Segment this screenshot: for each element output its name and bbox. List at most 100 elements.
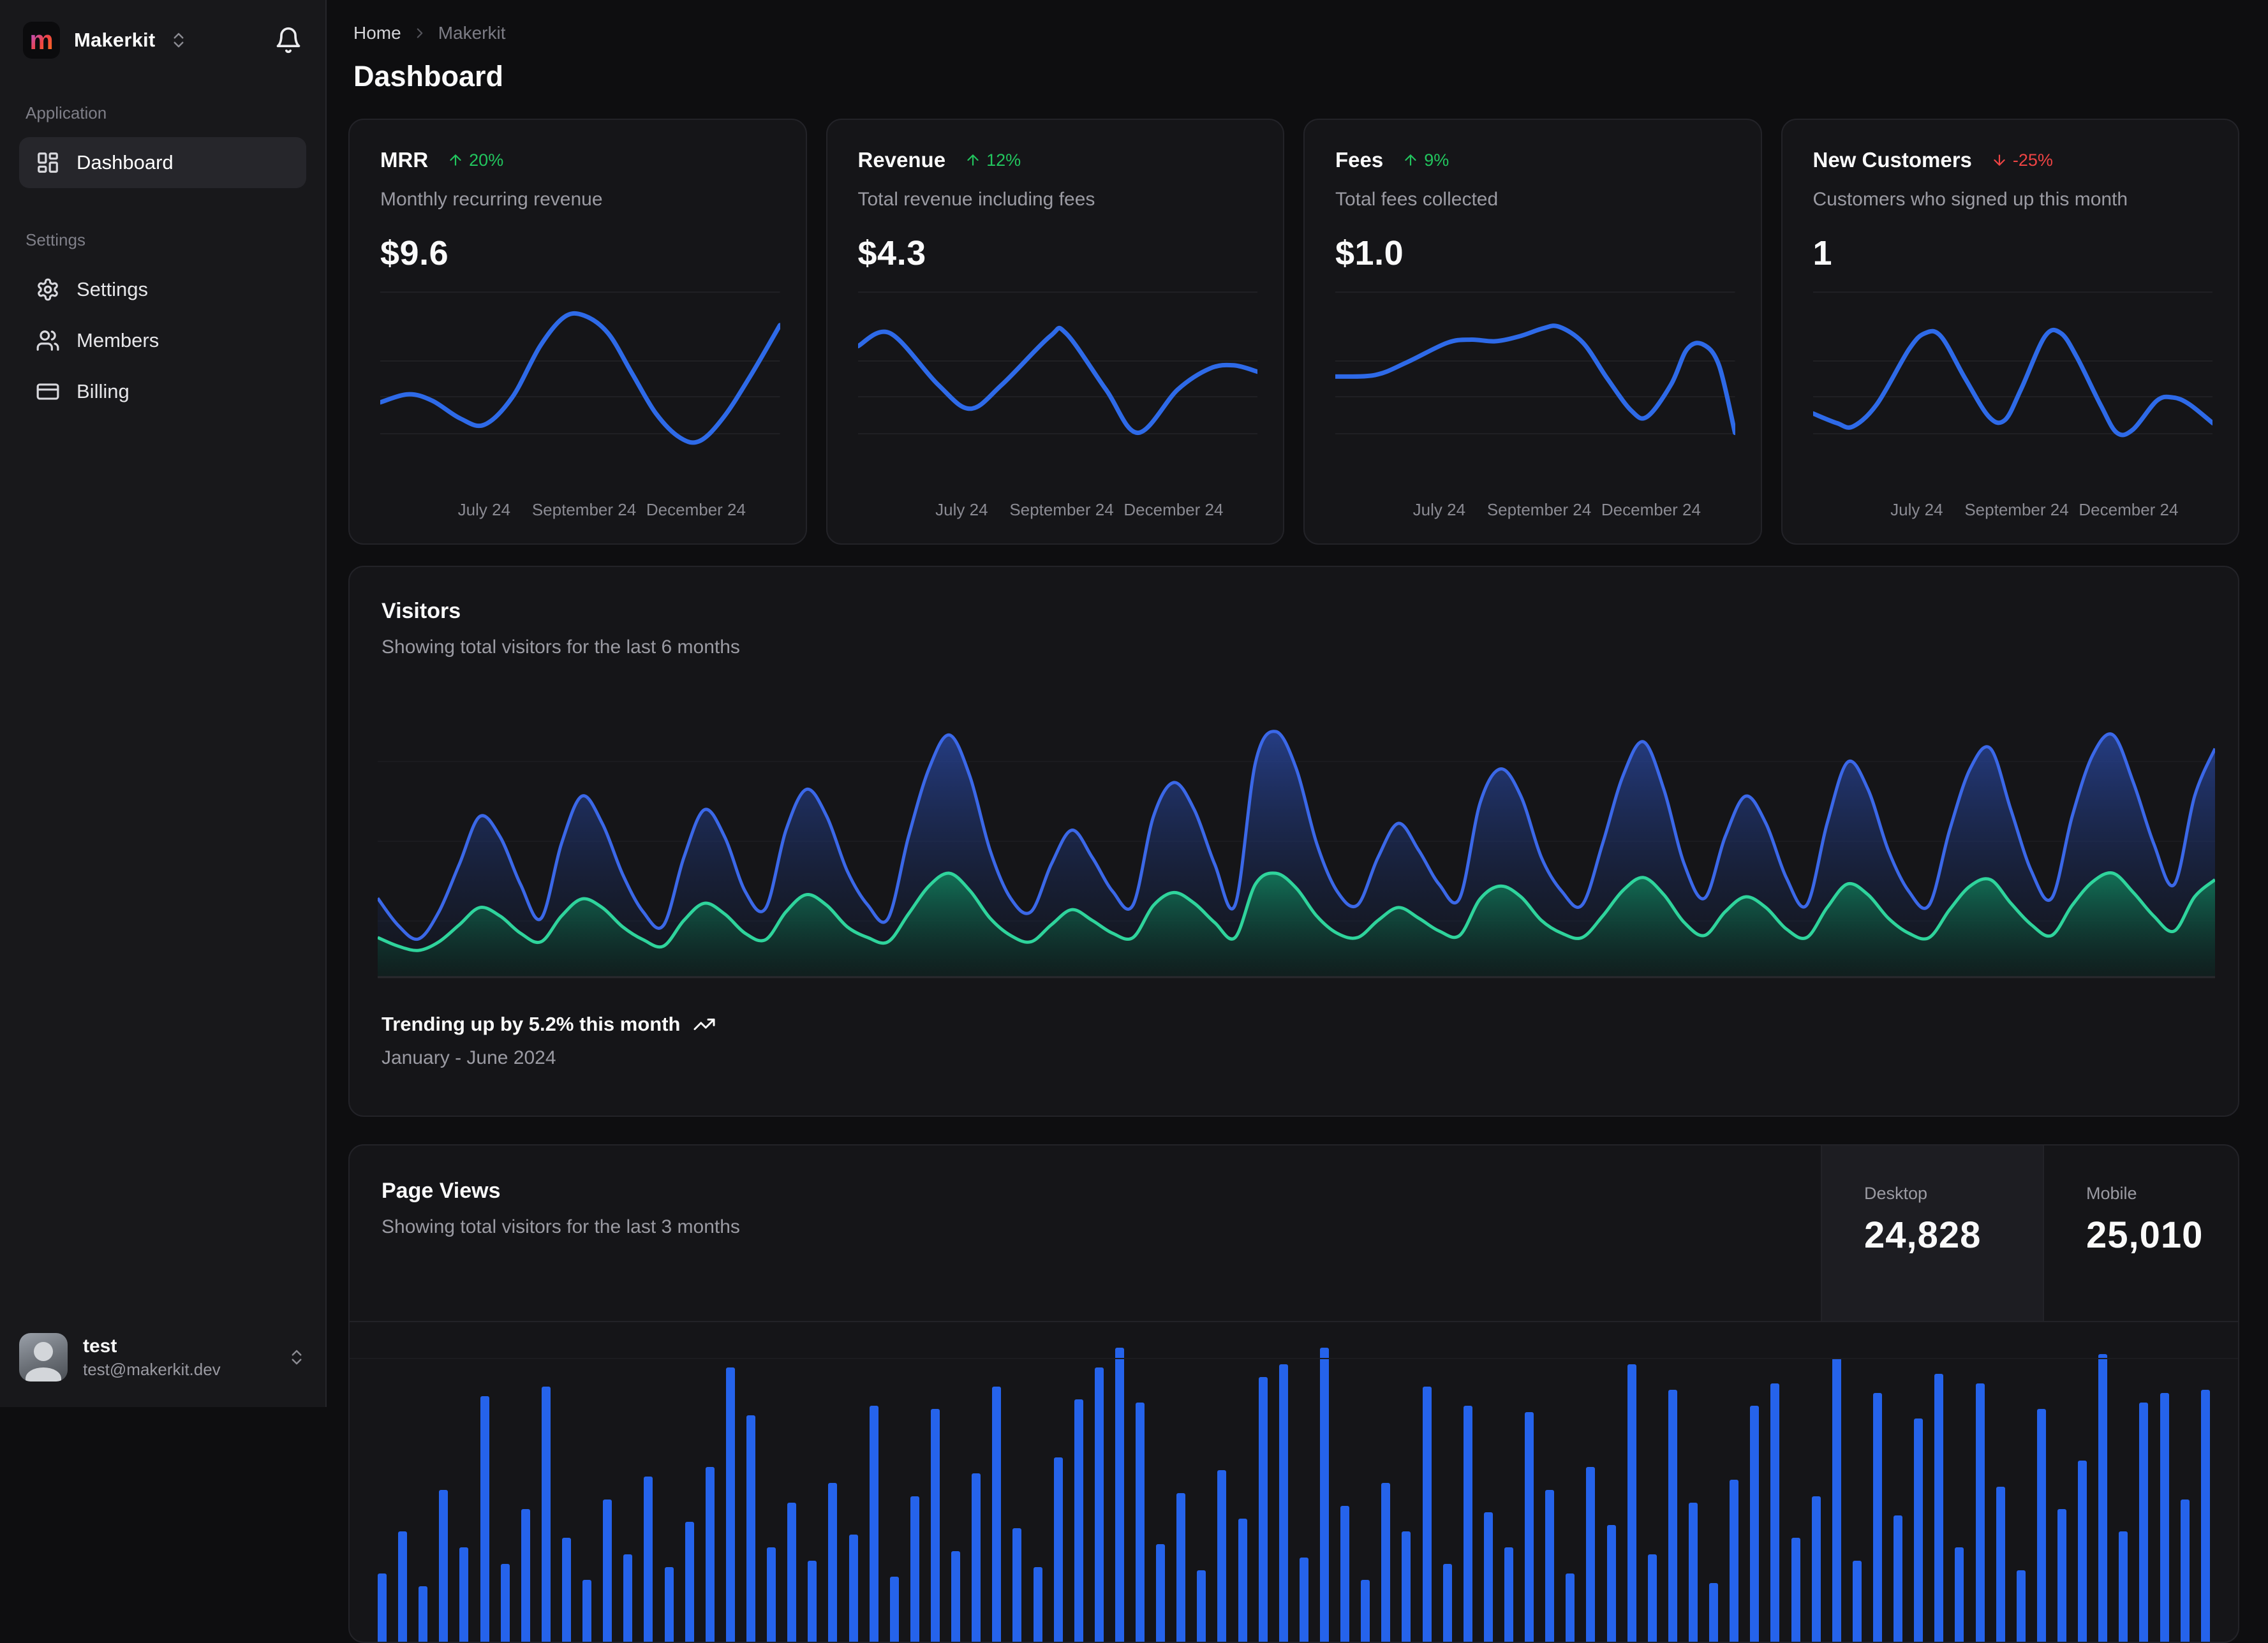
page-title: Dashboard [353, 60, 504, 92]
page-views-bar [1012, 1528, 1022, 1642]
page-views-bar [1791, 1538, 1800, 1642]
page-views-bar [582, 1580, 592, 1642]
page-views-bar [1586, 1467, 1596, 1642]
page-views-bar [1053, 1457, 1063, 1642]
page-views-bar [419, 1586, 428, 1642]
page-views-bar [664, 1567, 674, 1642]
page-views-bar [1074, 1399, 1083, 1642]
sidebar-item-settings[interactable]: Settings [19, 264, 306, 315]
page-views-bar [889, 1577, 899, 1642]
page-views-bar [2119, 1531, 2128, 1642]
page-views-bar [1934, 1374, 1944, 1642]
page-views-bar [808, 1561, 817, 1642]
page-views-bar [1238, 1519, 1247, 1642]
stat-card-value: $9.6 [380, 234, 449, 272]
page-views-bar [1483, 1512, 1493, 1642]
page-views-bar [1894, 1515, 1903, 1642]
axis-tick-label: December 24 [1601, 500, 1701, 519]
axis-tick-label: September 24 [531, 500, 637, 519]
chevron-right-icon [411, 25, 428, 41]
axis-tick-label: December 24 [646, 500, 746, 519]
stat-card-title: Fees [1335, 148, 1384, 172]
page-views-bar [1811, 1496, 1821, 1642]
page-views-bar [603, 1499, 612, 1642]
user-menu[interactable]: test test@makerkit.dev [19, 1333, 306, 1381]
page-views-bar [1955, 1547, 1964, 1642]
page-views-card: Page Views Showing total visitors for th… [348, 1144, 2239, 1643]
page-views-bar [1279, 1364, 1288, 1642]
stat-card-new-customers: New Customers -25% Customers who signed up… [1781, 119, 2239, 545]
page-views-bar [1975, 1383, 1985, 1642]
page-views-bar [1361, 1580, 1370, 1642]
users-icon [36, 328, 60, 353]
stat-card-sparkline [1335, 286, 1735, 477]
sidebar-item-label: Members [77, 329, 159, 351]
page-views-subtitle: Showing total visitors for the last 3 mo… [382, 1216, 740, 1237]
page-views-toggle-group: Desktop 24,828 Mobile 25,010 [1821, 1146, 2238, 1321]
page-views-bar-chart [350, 1322, 2238, 1642]
page-views-bar [541, 1387, 551, 1642]
stat-card-revenue: Revenue 12% Total revenue including fees $4… [826, 119, 1284, 545]
trending-up-icon [693, 1013, 716, 1036]
page-views-bar [2200, 1390, 2210, 1642]
page-views-bar [1422, 1387, 1432, 1642]
page-views-bar [705, 1467, 715, 1642]
sidebar-section-label: Application [26, 103, 107, 122]
main-content: Home Makerkit Dashboard MRR 20% Monthly re… [327, 0, 2268, 1643]
page-views-bar [1545, 1490, 1555, 1642]
breadcrumb: Home Makerkit [348, 23, 2239, 43]
page-views-toggle-desktop[interactable]: Desktop 24,828 [1821, 1146, 2043, 1321]
page-views-bar [2098, 1354, 2108, 1642]
sidebar-item-dashboard[interactable]: Dashboard [19, 137, 306, 188]
app-logo-letter: m [29, 25, 54, 55]
trend-badge-value: 20% [469, 150, 504, 170]
stat-card-grid: MRR 20% Monthly recurring revenue $9.6 July … [348, 119, 2239, 545]
page-views-bar [2016, 1570, 2026, 1642]
sidebar-section-label: Settings [26, 230, 85, 249]
page-views-bar [1299, 1558, 1308, 1642]
page-views-bar [1320, 1348, 1330, 1642]
page-views-bar [828, 1483, 838, 1642]
workspace-selector[interactable]: m Makerkit [19, 19, 306, 61]
page-views-bar [1606, 1525, 1616, 1642]
sidebar-item-billing[interactable]: Billing [19, 366, 306, 417]
page-views-bar [1217, 1470, 1227, 1642]
page-views-bar [2078, 1461, 2087, 1642]
axis-tick-label: July 24 [457, 500, 511, 519]
toggle-label: Desktop [1864, 1184, 1928, 1203]
page-views-bar [521, 1509, 530, 1642]
page-views-bar [1770, 1383, 1780, 1642]
page-views-bar [1709, 1583, 1719, 1642]
visitors-subtitle: Showing total visitors for the last 6 mo… [382, 637, 740, 658]
trend-badge-value: -25% [2012, 150, 2053, 170]
breadcrumb-home-link[interactable]: Home [353, 23, 401, 43]
stat-card-title: New Customers [1812, 148, 1972, 172]
sparkline-x-axis: July 24 September 24 December 24 [1335, 500, 1735, 522]
workspace-name: Makerkit [74, 29, 156, 51]
user-name: test [83, 1336, 117, 1357]
page-views-bar [1504, 1547, 1514, 1642]
axis-tick-label: July 24 [1890, 500, 1943, 519]
sidebar-item-label: Dashboard [77, 151, 174, 173]
stat-card-sparkline [380, 286, 780, 477]
page-views-bar [623, 1554, 633, 1642]
page-views-bar [1627, 1364, 1636, 1642]
visitors-trend-text: Trending up by 5.2% this month [382, 1013, 681, 1035]
notifications-bell-icon[interactable] [274, 26, 302, 54]
page-views-bar [1176, 1493, 1186, 1642]
dashboard-icon [36, 151, 60, 175]
trend-badge-value: 9% [1424, 150, 1449, 170]
page-views-title: Page Views [382, 1179, 501, 1203]
page-views-bar [992, 1387, 1002, 1642]
sparkline-x-axis: July 24 September 24 December 24 [1813, 500, 2213, 522]
sparkline-x-axis: July 24 September 24 December 24 [380, 500, 780, 522]
page-views-bar [1996, 1487, 2005, 1642]
stat-card-description: Monthly recurring revenue [380, 189, 603, 210]
page-views-bar [1852, 1561, 1862, 1642]
page-views-bar [2160, 1393, 2169, 1642]
page-views-bar [561, 1538, 571, 1642]
page-views-toggle-mobile[interactable]: Mobile 25,010 [2043, 1146, 2238, 1321]
arrow-up-icon [447, 152, 464, 168]
sidebar-item-members[interactable]: Members [19, 315, 306, 366]
arrow-down-icon [1991, 152, 2008, 168]
